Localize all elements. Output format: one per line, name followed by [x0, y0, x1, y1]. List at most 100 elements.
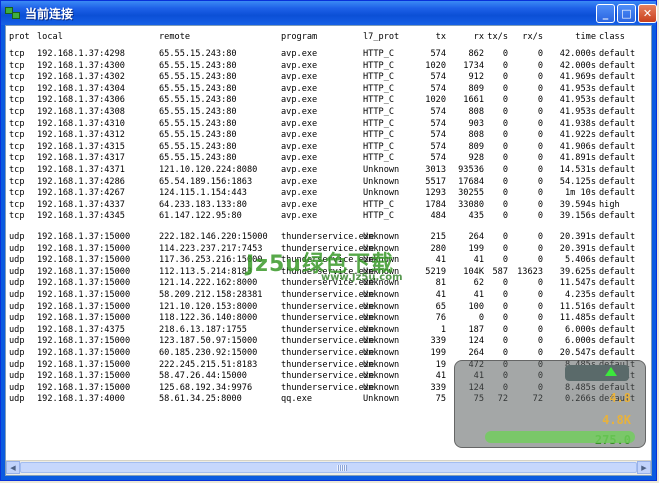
cell-rx: 809	[468, 141, 484, 152]
cell-time: 42.000s	[559, 60, 596, 71]
cell-rx-per-sec: 0	[537, 232, 543, 242]
scroll-thumb[interactable]	[20, 462, 637, 473]
table-row[interactable]: tcp 192.168.1.37:4298 65.55.15.243:80 avp.e…	[6, 48, 651, 60]
widget-toolbar[interactable]	[565, 365, 629, 381]
cell-tx-per-sec: 0	[502, 290, 508, 300]
column-header-rx-per-sec[interactable]: rx/s	[509, 31, 543, 43]
watermark-url: www.Jz5u.com	[321, 272, 403, 283]
cell-l7-prot: Unknown	[363, 301, 400, 312]
cell-local: 192.168.1.37:4310	[37, 118, 125, 129]
cell-rx-per-sec: 0	[537, 49, 543, 59]
cell-remote: 65.55.15.243:80	[159, 130, 237, 141]
cell-class: default	[599, 60, 636, 71]
cell-tx: 3013	[425, 165, 446, 175]
column-header-program[interactable]: program	[281, 31, 361, 43]
column-header-time[interactable]: time	[546, 31, 596, 43]
table-row[interactable]: tcp 192.168.1.37:4310 65.55.15.243:80 avp.e…	[6, 118, 651, 130]
column-header-tx[interactable]: tx	[416, 31, 446, 43]
maximize-button[interactable]: □	[617, 4, 636, 23]
header-row[interactable]: prot local remote program l7_prot tx rx tx/s rx/…	[6, 31, 651, 43]
table-row[interactable]: udp 192.168.1.37:15000 118.122.36.140:8000…	[6, 312, 651, 324]
window-title: 当前连接	[25, 6, 74, 21]
cell-time: 41.891s	[559, 153, 596, 164]
column-header-local[interactable]: local	[37, 31, 157, 43]
cell-program: thunderservice.exe	[281, 382, 375, 393]
cell-remote: 60.185.230.92:15000	[159, 348, 258, 358]
cell-rx-per-sec: 0	[537, 255, 543, 266]
table-row[interactable]: tcp 192.168.1.37:4267 124.115.1.154:443 avp…	[6, 187, 651, 199]
speed-monitor-widget[interactable]: 4.8 4.8K 275.0	[454, 360, 646, 448]
cell-class: default	[599, 232, 636, 242]
table-row[interactable]: udp 192.168.1.37:15000 60.185.230.92:15000…	[6, 347, 651, 359]
cell-time: 39.625s	[559, 266, 596, 277]
table-row[interactable]: tcp 192.168.1.37:4345 61.147.122.95:80 avp.…	[6, 210, 651, 222]
cell-rx-per-sec: 0	[537, 188, 543, 199]
table-row[interactable]: udp 192.168.1.37:15000 222.182.146.220:150…	[6, 231, 651, 243]
table-row[interactable]: tcp 192.168.1.37:4304 65.55.15.243:80 avp.e…	[6, 83, 651, 95]
cell-rx: 41	[473, 290, 484, 300]
cell-time: 14.531s	[559, 165, 596, 175]
cell-program: avp.exe	[281, 130, 318, 141]
cell-l7-prot: HTTP_C	[363, 72, 395, 83]
table-row[interactable]: tcp 192.168.1.37:4302 65.55.15.243:80 avp.e…	[6, 71, 651, 83]
table-row[interactable]: tcp 192.168.1.37:4286 65.54.189.156:1863 av…	[6, 176, 651, 188]
table-row[interactable]: udp 192.168.1.37:15000 121.10.120.153:8000…	[6, 301, 651, 313]
title-bar[interactable]: 当前连接 _ □ ✕	[1, 1, 657, 25]
cell-tx: 41	[435, 290, 446, 300]
column-header-remote[interactable]: remote	[159, 31, 279, 43]
cell-tx: 1	[440, 324, 446, 335]
table-row[interactable]: tcp 192.168.1.37:4306 65.55.15.243:80 avp.e…	[6, 94, 651, 106]
column-header-l7-prot[interactable]: l7_prot	[363, 31, 415, 43]
column-header-tx-per-sec[interactable]: tx/s	[482, 31, 508, 43]
cell-prot: udp	[9, 278, 25, 289]
cell-time: 6.000s	[564, 336, 596, 347]
cell-rx: 93536	[458, 165, 484, 175]
cell-time: 41.953s	[559, 107, 596, 117]
cell-rx: 808	[468, 107, 484, 117]
table-row[interactable]: tcp 192.168.1.37:4371 121.10.120.224:8080 a…	[6, 164, 651, 176]
column-header-rx[interactable]: rx	[446, 31, 484, 43]
cell-remote: 65.54.189.156:1863	[159, 176, 253, 187]
table-row[interactable]: udp 192.168.1.37:15000 123.187.50.97:15000…	[6, 335, 651, 347]
cell-prot: tcp	[9, 118, 25, 129]
cell-prot: udp	[9, 371, 25, 382]
cell-tx: 484	[430, 211, 446, 222]
cell-rx-per-sec: 0	[537, 153, 543, 164]
minimize-button[interactable]: _	[596, 4, 615, 23]
cell-class: default	[599, 301, 636, 312]
table-row[interactable]: udp 192.168.1.37:15000 58.209.212.158:2838…	[6, 289, 651, 301]
scroll-right-icon[interactable]: ▶	[637, 461, 651, 474]
cell-rx: 41	[473, 255, 484, 266]
table-row[interactable]: tcp 192.168.1.37:4308 65.55.15.243:80 avp.e…	[6, 106, 651, 118]
cell-rx-per-sec: 0	[537, 199, 543, 210]
cell-program: qq.exe	[281, 394, 313, 405]
cell-prot: tcp	[9, 153, 25, 164]
cell-rx: 1734	[463, 60, 484, 71]
cell-class: default	[599, 313, 636, 324]
table-row[interactable]: udp 192.168.1.37:4375 218.6.13.187:1755 thu…	[6, 324, 651, 336]
table-row[interactable]: tcp 192.168.1.37:4317 65.55.15.243:80 avp.e…	[6, 152, 651, 164]
table-row[interactable]: tcp 192.168.1.37:4315 65.55.15.243:80 avp.e…	[6, 141, 651, 153]
cell-program: thunderservice.exe	[281, 324, 375, 335]
cell-prot: udp	[9, 255, 25, 266]
horizontal-scrollbar[interactable]: ◀ ▶	[6, 460, 651, 475]
cell-rx: 903	[468, 118, 484, 129]
cell-time: 41.906s	[559, 141, 596, 152]
cell-local: 192.168.1.37:4345	[37, 211, 125, 222]
cell-l7-prot: Unknown	[363, 394, 400, 405]
column-header-class[interactable]: class	[599, 31, 651, 43]
cell-prot: tcp	[9, 165, 25, 175]
table-row[interactable]: tcp 192.168.1.37:4312 65.55.15.243:80 avp.e…	[6, 129, 651, 141]
cell-tx: 81	[435, 278, 446, 289]
table-row[interactable]: tcp 192.168.1.37:4300 65.55.15.243:80 avp.e…	[6, 60, 651, 72]
scroll-left-icon[interactable]: ◀	[6, 461, 20, 474]
close-button[interactable]: ✕	[638, 4, 657, 23]
cell-class: default	[599, 188, 636, 199]
column-header-prot[interactable]: prot	[9, 31, 35, 43]
table-row[interactable]: tcp 192.168.1.37:4337 64.233.183.133:80 avp…	[6, 199, 651, 211]
cell-remote: 65.55.15.243:80	[159, 60, 237, 71]
connection-list[interactable]: prot local remote program l7_prot tx rx tx/s rx/…	[5, 25, 652, 476]
cell-tx-per-sec: 0	[502, 176, 508, 187]
cell-tx-per-sec: 0	[502, 336, 508, 347]
cell-prot: tcp	[9, 72, 25, 83]
